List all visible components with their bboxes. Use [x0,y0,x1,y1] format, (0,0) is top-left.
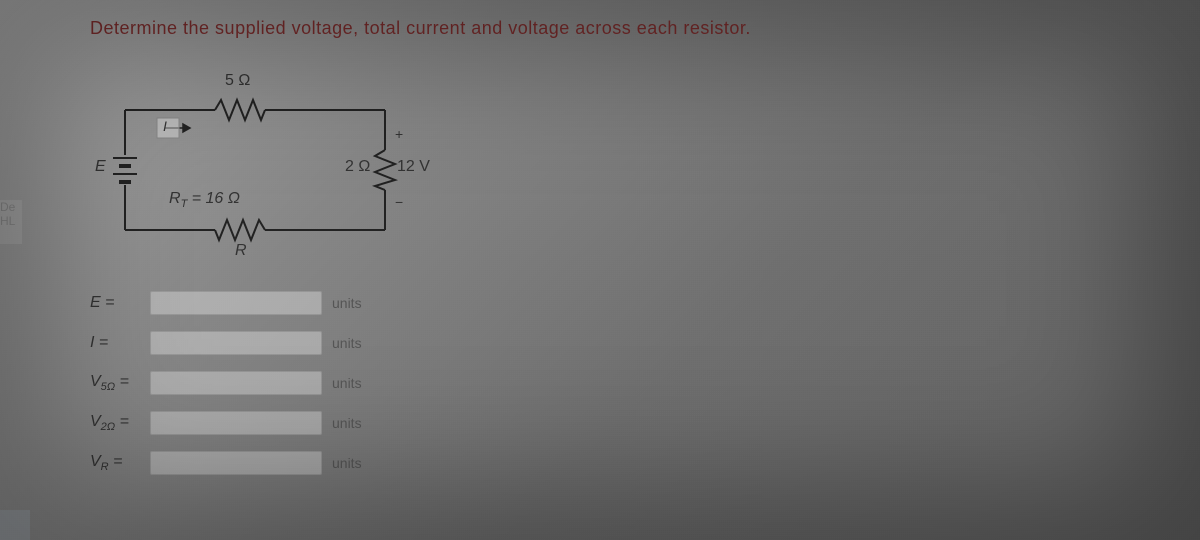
answer-row: I = units [90,330,362,356]
source-label: E [95,158,106,176]
answer-row: V2Ω = units [90,410,362,436]
answer-row: E = units [90,290,362,316]
answer-label-v5: V5Ω = [90,373,150,393]
current-label: I [163,118,167,134]
r2-voltage-label: 12 V [397,158,430,176]
r2-value-label: 2 Ω [345,158,370,176]
answer-section: E = units I = units V5Ω = units V2Ω = un… [90,290,362,490]
question-prompt: Determine the supplied voltage, total cu… [90,18,751,39]
answer-units: units [332,415,362,431]
answer-input-vr[interactable] [150,451,322,475]
answer-input-i[interactable] [150,331,322,355]
sidebar-tab: De HL [0,200,22,244]
sidebar-de: De [0,200,22,214]
minus-sign: − [395,194,403,210]
answer-units: units [332,375,362,391]
answer-input-e[interactable] [150,291,322,315]
answer-units: units [332,295,362,311]
answer-units: units [332,455,362,471]
circuit-diagram: E I 5 Ω 2 Ω 12 V + − RT = 16 Ω R [95,70,445,270]
answer-units: units [332,335,362,351]
answer-label-vr: VR = [90,453,150,473]
plus-sign: + [395,126,403,142]
answer-label-e: E = [90,294,150,312]
answer-input-v2[interactable] [150,411,322,435]
answer-label-i: I = [90,334,150,352]
r1-label: 5 Ω [225,72,250,90]
answer-label-v2: V2Ω = [90,413,150,433]
answer-row: V5Ω = units [90,370,362,396]
sidebar-hl: HL [0,214,22,228]
rt-label: RT = 16 Ω [169,190,240,210]
answer-input-v5[interactable] [150,371,322,395]
corner-decoration [0,510,30,540]
answer-row: VR = units [90,450,362,476]
r-bottom-label: R [235,242,247,260]
